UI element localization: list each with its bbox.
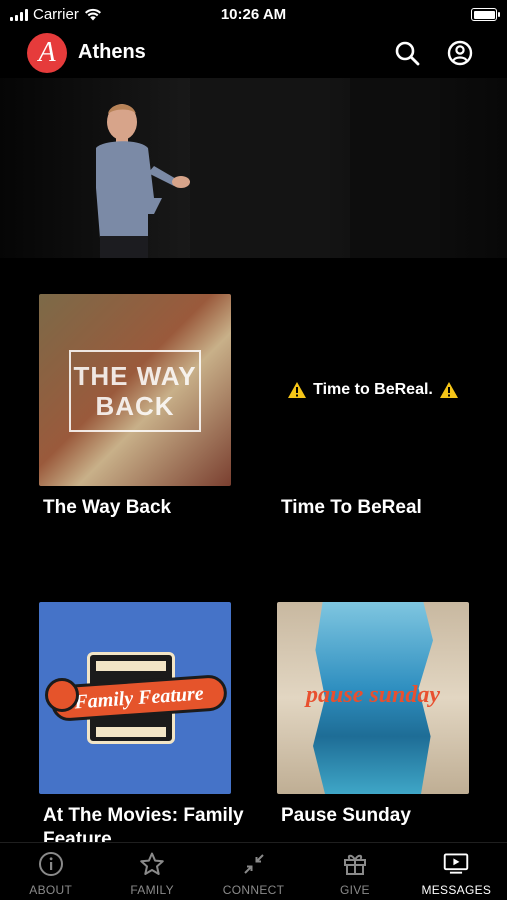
- tab-connect[interactable]: CONNECT: [203, 843, 304, 900]
- thumbnail-art-text: pause sunday: [305, 682, 441, 708]
- film-reel-icon: [45, 678, 79, 712]
- message-thumbnail: pause sunday: [277, 602, 469, 794]
- message-thumbnail: Family Feature: [39, 602, 231, 794]
- tab-about[interactable]: ABOUT: [0, 843, 101, 900]
- search-icon: [395, 41, 420, 66]
- tv-play-icon: [444, 853, 469, 874]
- star-icon: [140, 852, 164, 875]
- message-title: Pause Sunday: [281, 805, 411, 826]
- info-icon: [38, 852, 63, 876]
- tab-label: ABOUT: [29, 883, 73, 897]
- thumbnail-art-text: THE WAY BACK: [69, 350, 201, 432]
- tab-label: GIVE: [339, 883, 370, 897]
- message-title: Time To BeReal: [281, 497, 422, 518]
- message-card-time-to-bereal[interactable]: Time to BeReal. Time To BeReal: [277, 294, 469, 518]
- search-button[interactable]: [393, 39, 421, 67]
- tab-give[interactable]: GIVE: [304, 843, 405, 900]
- bottom-tab-bar: ABOUT FAMILY CONNECT GIVE MESSAGES: [0, 842, 507, 900]
- page-title: Athens: [78, 41, 146, 63]
- app-header: A Athens: [0, 30, 507, 76]
- battery-icon: [471, 8, 500, 21]
- message-card-pause-sunday[interactable]: pause sunday Pause Sunday: [277, 602, 469, 826]
- gift-icon: [343, 854, 366, 875]
- status-time: 10:26 AM: [220, 6, 287, 23]
- message-thumbnail: Time to BeReal.: [277, 294, 469, 486]
- message-title: The Way Back: [43, 497, 172, 518]
- warning-icon: [439, 382, 458, 398]
- tab-family[interactable]: FAMILY: [101, 843, 202, 900]
- hero-banner[interactable]: [0, 78, 507, 258]
- collapse-arrows-icon: [243, 854, 264, 874]
- tab-messages[interactable]: MESSAGES: [406, 843, 507, 900]
- account-icon: [447, 40, 473, 66]
- message-thumbnail: THE WAY BACK: [39, 294, 231, 486]
- account-button[interactable]: [446, 39, 474, 67]
- message-card-at-the-movies[interactable]: Family Feature At The Movies: Family Fea…: [39, 602, 244, 850]
- tab-label: FAMILY: [130, 883, 174, 897]
- status-bar: Carrier 10:26 AM: [0, 0, 507, 30]
- speaker-image: [96, 104, 190, 258]
- thumbnail-art-text: Time to BeReal.: [313, 381, 433, 398]
- tab-label: MESSAGES: [421, 883, 492, 897]
- tab-label: CONNECT: [222, 883, 285, 897]
- warning-icon: [288, 382, 307, 398]
- message-card-the-way-back[interactable]: THE WAY BACK The Way Back: [39, 294, 231, 518]
- church-logo: A: [27, 33, 67, 73]
